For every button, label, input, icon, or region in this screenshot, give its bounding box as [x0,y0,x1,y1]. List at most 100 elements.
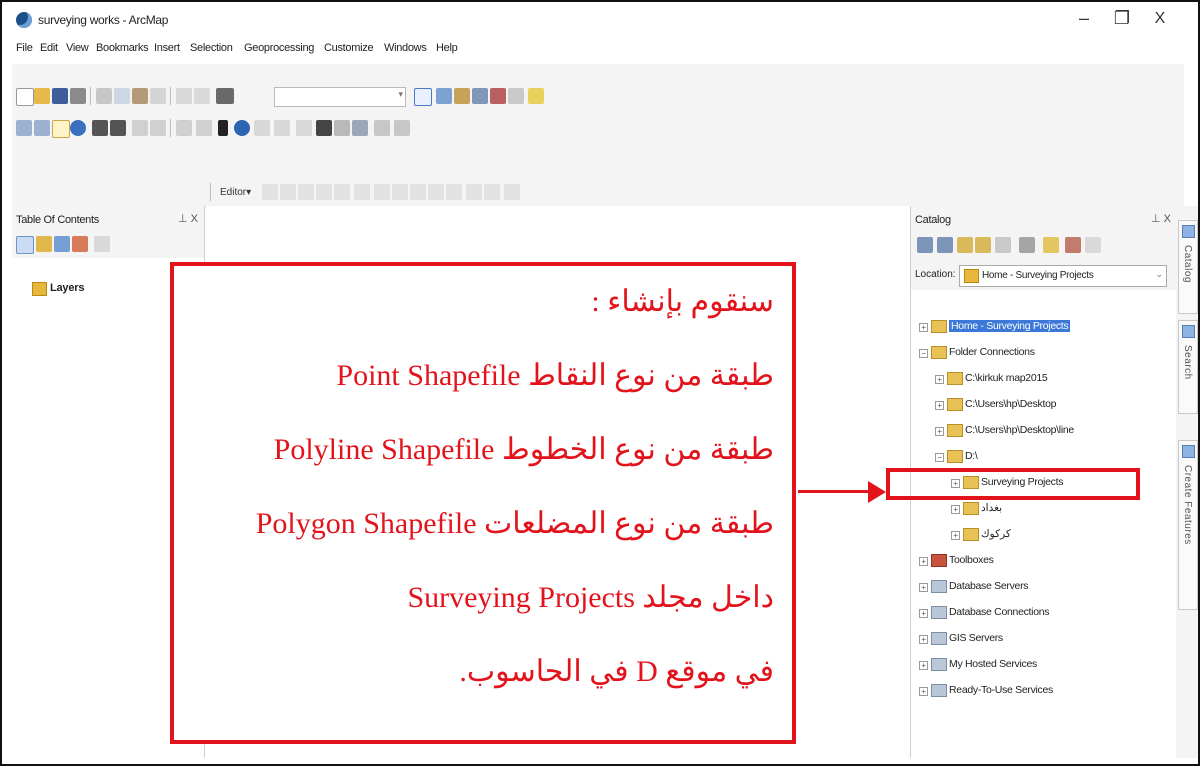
back-icon[interactable] [917,237,933,253]
copy-icon[interactable] [114,88,130,104]
layers-data-frame[interactable]: Layers [32,282,84,296]
close-button[interactable]: X [1140,10,1180,28]
fixed-zoom-out-icon[interactable] [110,120,126,136]
menu-help[interactable]: Help [436,42,458,54]
paste-icon[interactable] [132,88,148,104]
expand-icon[interactable]: + [951,505,960,514]
list-by-source-icon[interactable] [36,236,52,252]
sketch-properties-icon[interactable] [484,184,500,200]
location-combo[interactable]: Home - Surveying Projects ⌄ [959,265,1167,287]
search-window-icon[interactable] [472,88,488,104]
create-features-icon[interactable] [504,184,520,200]
tab-create-features[interactable]: Create Features [1178,440,1198,610]
list-by-drawing-order-icon[interactable] [16,236,34,254]
clear-selection-icon[interactable] [196,120,212,136]
forward-extent-icon[interactable] [150,120,166,136]
maximize-button[interactable]: ❐ [1102,8,1142,29]
disconnect-folder-icon[interactable] [995,237,1011,253]
hyperlink-icon[interactable] [254,120,270,136]
expand-icon[interactable]: + [919,323,928,332]
zoom-in-icon[interactable] [16,120,32,136]
cut-icon[interactable] [96,88,112,104]
arctoolbox-icon[interactable] [490,88,506,104]
expand-icon[interactable]: + [935,401,944,410]
cut-polygons-icon[interactable] [410,184,426,200]
menu-selection[interactable]: Selection [190,42,233,54]
home-folder-icon[interactable] [1043,237,1059,253]
catalog-pin-close-controls[interactable]: ⊥ X [1151,212,1171,225]
attributes-icon[interactable] [466,184,482,200]
list-by-selection-icon[interactable] [72,236,88,252]
editor-toolbar-icon[interactable] [414,88,432,106]
connect-to-folder-icon[interactable] [975,237,991,253]
new-document-icon[interactable] [16,88,34,106]
forward-icon[interactable] [937,237,953,253]
open-icon[interactable] [34,88,50,104]
views-icon[interactable] [1019,237,1035,253]
toc-options-icon[interactable] [94,236,110,252]
delete-icon[interactable] [150,88,166,104]
add-data-icon[interactable] [216,88,234,104]
time-slider-icon[interactable] [374,120,390,136]
full-extent-icon[interactable] [70,120,86,136]
reshape-icon[interactable] [392,184,408,200]
tab-catalog[interactable]: Catalog [1178,220,1198,314]
toggle-contents-icon[interactable] [1065,237,1081,253]
identify-icon[interactable] [234,120,250,136]
expand-icon[interactable]: + [951,531,960,540]
menu-bookmarks[interactable]: Bookmarks [96,42,149,54]
select-elements-icon[interactable] [218,120,228,136]
list-by-visibility-icon[interactable] [54,236,70,252]
print-icon[interactable] [70,88,86,104]
trace-icon[interactable] [334,184,350,200]
redo-icon[interactable] [194,88,210,104]
split-icon[interactable] [428,184,444,200]
zoom-out-icon[interactable] [34,120,50,136]
collapse-icon[interactable]: − [935,453,944,462]
expand-icon[interactable]: + [919,583,928,592]
point-icon[interactable] [354,184,370,200]
catalog-options-icon[interactable] [1085,237,1101,253]
edit-annotation-icon[interactable] [280,184,296,200]
catalog-window-icon[interactable] [454,88,470,104]
html-popup-icon[interactable] [274,120,290,136]
endpoint-arc-icon[interactable] [316,184,332,200]
undo-icon[interactable] [176,88,192,104]
edit-tool-icon[interactable] [262,184,278,200]
toc-pin-close-controls[interactable]: ⊥ X [178,212,198,225]
map-scale-combo[interactable]: ▾ [274,87,406,107]
menu-file[interactable]: File [16,42,33,54]
find-icon[interactable] [316,120,332,136]
expand-icon[interactable]: + [935,427,944,436]
measure-icon[interactable] [296,120,312,136]
up-one-level-icon[interactable] [957,237,973,253]
fixed-zoom-in-icon[interactable] [92,120,108,136]
model-builder-icon[interactable] [528,88,544,104]
menu-customize[interactable]: Customize [324,42,374,54]
menu-insert[interactable]: Insert [154,42,180,54]
menu-view[interactable]: View [66,42,89,54]
menu-geoprocessing[interactable]: Geoprocessing [244,42,314,54]
menu-edit[interactable]: Edit [40,42,58,54]
minimize-button[interactable]: – [1064,8,1104,29]
expand-icon[interactable]: + [919,661,928,670]
collapse-icon[interactable]: − [919,349,928,358]
back-extent-icon[interactable] [132,120,148,136]
expand-icon[interactable]: + [919,557,928,566]
straight-segment-icon[interactable] [298,184,314,200]
pan-icon[interactable] [52,120,70,138]
menu-windows[interactable]: Windows [384,42,427,54]
editor-menu[interactable]: Editor▾ [220,187,251,198]
python-window-icon[interactable] [508,88,524,104]
viewer-window-icon[interactable] [394,120,410,136]
go-to-xy-icon[interactable] [352,120,368,136]
tab-search[interactable]: Search [1178,320,1198,414]
edit-vertices-icon[interactable] [374,184,390,200]
expand-icon[interactable]: + [919,609,928,618]
expand-icon[interactable]: + [935,375,944,384]
find-route-icon[interactable] [334,120,350,136]
expand-icon[interactable]: + [919,687,928,696]
select-features-icon[interactable] [176,120,192,136]
table-of-contents-icon[interactable] [436,88,452,104]
expand-icon[interactable]: + [919,635,928,644]
